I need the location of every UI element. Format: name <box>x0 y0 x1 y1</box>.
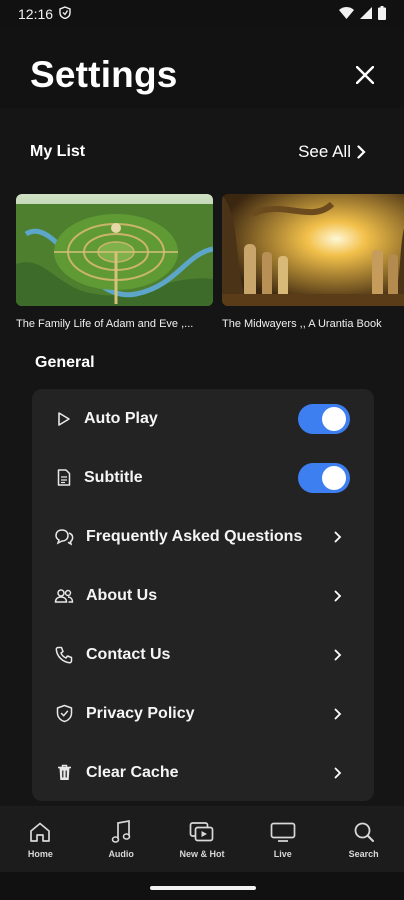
toggle-knob <box>322 465 346 490</box>
header: Settings <box>0 28 404 108</box>
chevron-right-icon <box>334 707 346 721</box>
subtitle-toggle[interactable] <box>298 462 350 493</box>
shield-icon <box>54 704 74 724</box>
setting-label: About Us <box>86 586 158 604</box>
general-section-title: General <box>35 354 95 371</box>
setting-subtitle[interactable]: Subtitle <box>32 448 374 507</box>
setting-contact-us[interactable]: Contact Us <box>32 625 374 684</box>
nav-item-audio[interactable]: Audio <box>81 806 162 872</box>
general-settings-panel: Auto Play Subtitle Frequently Asked Ques… <box>32 389 374 801</box>
setting-label: Subtitle <box>84 468 143 486</box>
trash-icon <box>54 763 74 783</box>
setting-label: Auto Play <box>84 409 158 427</box>
setting-auto-play[interactable]: Auto Play <box>32 389 374 448</box>
chevron-right-icon <box>334 766 346 780</box>
setting-label: Contact Us <box>86 645 171 663</box>
thumbnail-garden-image <box>16 194 213 306</box>
close-button[interactable] <box>352 62 378 88</box>
list-item[interactable]: The Midwayers ,, A Urantia Book <box>222 194 404 330</box>
battery-icon <box>378 5 386 23</box>
chevron-right-icon <box>357 145 366 159</box>
my-list-title: My List <box>30 143 86 160</box>
toggle-knob <box>322 406 346 431</box>
setting-label: Clear Cache <box>86 763 179 781</box>
setting-faq[interactable]: Frequently Asked Questions <box>32 507 374 566</box>
list-item-caption: The Midwayers ,, A Urantia Book <box>222 318 382 330</box>
list-item-caption: The Family Life of Adam and Eve ,... <box>16 318 194 330</box>
play-stack-icon <box>189 819 215 845</box>
nav-item-live[interactable]: Live <box>242 806 323 872</box>
shield-status-icon <box>59 6 71 22</box>
search-icon <box>351 819 377 845</box>
gesture-bar <box>0 872 404 900</box>
my-list-carousel[interactable]: The Family Life of Adam and Eve ,... The… <box>16 194 404 334</box>
page-title: Settings <box>30 54 178 95</box>
nav-label: Live <box>273 849 292 859</box>
chevron-right-icon <box>334 530 346 544</box>
auto-play-toggle[interactable] <box>298 403 350 434</box>
setting-label: Privacy Policy <box>86 704 195 722</box>
thumbnail-midwayers-image <box>222 194 404 306</box>
setting-clear-cache[interactable]: Clear Cache <box>32 743 374 802</box>
chevron-right-icon <box>334 648 346 662</box>
music-note-icon <box>108 819 134 845</box>
nav-item-new-hot[interactable]: New & Hot <box>162 806 243 872</box>
see-all-button[interactable]: See All <box>298 142 366 162</box>
nav-label: New & Hot <box>179 849 225 859</box>
nav-label: Search <box>348 849 379 859</box>
my-list-header: My List See All <box>30 142 366 162</box>
phone-icon <box>54 645 74 665</box>
setting-about-us[interactable]: About Us <box>32 566 374 625</box>
document-icon <box>54 468 74 488</box>
status-time: 12:16 <box>18 6 54 22</box>
list-item[interactable]: The Family Life of Adam and Eve ,... <box>16 194 213 330</box>
wifi-icon <box>339 6 354 22</box>
setting-label: Frequently Asked Questions <box>86 527 303 545</box>
settings-content: My List See All The Family Life of Adam … <box>0 108 404 806</box>
close-icon <box>356 66 374 84</box>
setting-privacy-policy[interactable]: Privacy Policy <box>32 684 374 743</box>
signal-icon <box>360 6 372 22</box>
home-icon <box>27 819 53 845</box>
people-icon <box>54 586 74 606</box>
play-icon <box>54 409 74 429</box>
chevron-right-icon <box>334 589 346 603</box>
nav-label: Audio <box>108 849 134 859</box>
status-bar: 12:16 <box>0 0 404 28</box>
nav-label: Home <box>27 849 53 859</box>
settings-screen: 12:16 Settings My List See All The Famil… <box>0 0 404 900</box>
tv-icon <box>270 819 296 845</box>
nav-item-search[interactable]: Search <box>323 806 404 872</box>
chat-bubbles-icon <box>54 527 74 547</box>
nav-item-home[interactable]: Home <box>0 806 81 872</box>
home-indicator[interactable] <box>150 886 256 890</box>
see-all-label: See All <box>298 142 351 161</box>
bottom-navigation: Home Audio New & Hot Live Search <box>0 806 404 872</box>
